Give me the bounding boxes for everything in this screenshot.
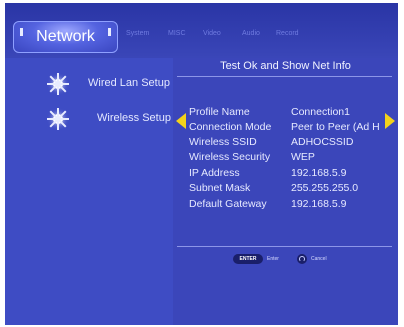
info-value: 192.168.5.9	[291, 167, 347, 179]
info-value: 192.168.5.9	[291, 198, 347, 210]
tab-system[interactable]: System	[126, 30, 149, 37]
sidebar-item-label: Wireless Setup	[97, 112, 171, 124]
sidebar-item-label: Wired Lan Setup	[88, 77, 170, 89]
info-key: Default Gateway	[189, 198, 267, 210]
info-key: Wireless Security	[189, 151, 271, 163]
sidebar-item-wireless-setup[interactable]: Wireless Setup	[5, 106, 173, 134]
cancel-icon	[297, 254, 307, 264]
info-value: ADHOCSSID	[291, 136, 354, 148]
tab-network-label: Network	[36, 28, 95, 45]
info-row-profile-name: Profile Name Connection1	[189, 106, 385, 120]
divider	[177, 76, 392, 77]
tab-audio[interactable]: Audio	[242, 30, 260, 37]
info-key: Wireless SSID	[189, 136, 257, 148]
divider	[177, 246, 392, 247]
tab-left-marker	[20, 28, 23, 36]
info-row-wireless-security: Wireless Security WEP	[189, 151, 385, 165]
enter-key-icon: ENTER	[233, 254, 263, 264]
tab-right-marker	[108, 28, 111, 36]
tab-network[interactable]: Network	[13, 21, 118, 53]
arrow-left-icon[interactable]	[176, 113, 186, 129]
info-value: Peer to Peer (Ad H	[291, 121, 380, 133]
cancel-label: Cancel	[311, 256, 327, 262]
info-key: Connection Mode	[189, 121, 272, 133]
info-key: IP Address	[189, 167, 240, 179]
arrow-right-icon[interactable]	[385, 113, 395, 129]
info-value: 255.255.255.0	[291, 182, 359, 194]
tab-record[interactable]: Record	[276, 30, 299, 37]
info-key: Subnet Mask	[189, 182, 251, 194]
sidebar-item-wired-lan-setup[interactable]: Wired Lan Setup	[5, 71, 173, 99]
info-row-wireless-ssid: Wireless SSID ADHOCSSID	[189, 136, 385, 150]
info-value: WEP	[291, 151, 315, 163]
info-key: Profile Name	[189, 106, 250, 118]
sidebar: Wired Lan Setup Wireless Setup	[5, 58, 173, 325]
sun-icon	[47, 108, 69, 130]
tab-video[interactable]: Video	[203, 30, 221, 37]
info-value: Connection1	[291, 106, 350, 118]
info-row-default-gateway: Default Gateway 192.168.5.9	[189, 198, 385, 212]
enter-label: Enter	[267, 256, 279, 262]
net-info-panel: Test Ok and Show Net Info Profile Name C…	[173, 58, 398, 325]
screen-frame: Network System MISC Video Audio Record W…	[5, 3, 398, 325]
sun-icon	[47, 73, 69, 95]
info-row-connection-mode: Connection Mode Peer to Peer (Ad H	[189, 121, 385, 135]
info-row-subnet-mask: Subnet Mask 255.255.255.0	[189, 182, 385, 196]
panel-title: Test Ok and Show Net Info	[220, 60, 351, 72]
top-menu-bar: Network System MISC Video Audio Record	[5, 3, 398, 58]
info-row-ip-address: IP Address 192.168.5.9	[189, 167, 385, 181]
tab-misc[interactable]: MISC	[168, 30, 186, 37]
